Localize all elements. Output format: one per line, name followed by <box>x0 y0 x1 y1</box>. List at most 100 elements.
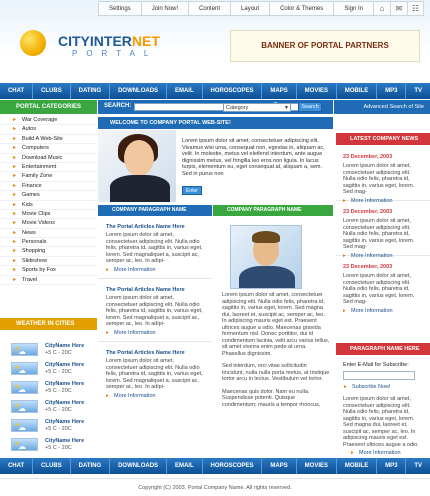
article-title[interactable]: The Portal Articles Name Here <box>106 350 204 356</box>
nav-downloads[interactable]: DOWNLOADS <box>110 83 168 99</box>
logo[interactable]: CITYINTERNET <box>58 33 160 49</box>
news-body: Lorem ipsum dolor sit amet, consectetuer… <box>343 273 415 305</box>
category-item[interactable]: Games <box>0 191 97 201</box>
logo-subtitle: PORTAL <box>72 49 158 58</box>
news-date: 23 December, 2003 <box>343 209 393 215</box>
weather-item[interactable]: ☀ ☁ CityName Here +5 C - 20C <box>0 340 97 359</box>
topbar-layout-link[interactable]: Layout <box>230 1 270 16</box>
more-information-link[interactable]: More Information <box>343 308 424 314</box>
nav-email[interactable]: EMAIL <box>167 458 203 474</box>
nav-movies[interactable]: MOVIES <box>297 83 337 99</box>
nav-chat[interactable]: CHAT <box>0 458 34 474</box>
nav-clubs[interactable]: CLUBS <box>33 458 71 474</box>
category-item[interactable]: Autos <box>0 125 97 135</box>
article-item: The Portal Articles Name Here Lorem ipsu… <box>98 279 212 342</box>
subscribe-button[interactable]: Subscribe Now! <box>344 384 430 390</box>
category-item[interactable]: Kids <box>0 201 97 210</box>
news-date: 23 December, 2003 <box>343 264 393 270</box>
nav-clubs[interactable]: CLUBS <box>33 83 71 99</box>
man-photo <box>230 225 302 289</box>
topbar-join-link[interactable]: Join Now! <box>140 1 189 16</box>
category-item[interactable]: Finance <box>0 182 97 192</box>
topbar-color-themes-link[interactable]: Color & Themes <box>269 1 334 16</box>
category-item[interactable]: Slideshow <box>0 257 97 267</box>
sitemap-icon[interactable]: ☷ <box>407 1 424 16</box>
more-information-link[interactable]: More Information <box>343 253 424 259</box>
category-item[interactable]: War Coverage <box>0 116 97 126</box>
search-button[interactable]: Search <box>298 102 322 112</box>
category-item[interactable]: Entertainment <box>0 163 97 173</box>
weather-cloud-icon: ☀ ☁ <box>11 438 38 451</box>
weather-item[interactable]: ☀ ☁ CityName Here +5 C - 20C <box>0 435 97 454</box>
more-information-link[interactable]: More Information <box>351 450 430 456</box>
top-bar: Settings Join Now! Content Layout Color … <box>98 1 424 16</box>
nav-mp3[interactable]: MP3 <box>377 83 407 99</box>
nav-tv[interactable]: TV <box>406 83 430 99</box>
category-item[interactable]: Computers <box>0 144 97 154</box>
more-information-link[interactable]: More Information <box>106 330 204 336</box>
enter-button[interactable]: Enter <box>182 186 202 195</box>
category-item[interactable]: Family Zone <box>0 172 97 182</box>
nav-maps[interactable]: MAPS <box>262 458 297 474</box>
weather-item[interactable]: ☀ ☁ CityName Here +5 C - 20C <box>0 397 97 416</box>
advanced-search-link[interactable]: Advanced Search of Site <box>334 100 430 114</box>
category-item[interactable]: Personals <box>0 238 97 248</box>
category-item[interactable]: Movie Videos <box>0 219 97 229</box>
home-icon[interactable]: ⌂ <box>373 1 390 16</box>
more-information-link[interactable]: More Information <box>106 267 204 273</box>
more-information-link[interactable]: More Information <box>106 393 204 399</box>
nav-movies[interactable]: MOVIES <box>297 458 337 474</box>
nav-maps[interactable]: MAPS <box>262 83 297 99</box>
category-item[interactable]: Travel <box>0 276 97 285</box>
category-item[interactable]: Movie Clips <box>0 210 97 220</box>
article-title[interactable]: The Portal Articles Name Here <box>106 224 204 230</box>
nav-downloads[interactable]: DOWNLOADS <box>110 458 168 474</box>
category-item[interactable]: News <box>0 229 97 239</box>
company-paragraph-left: COMPANY PARAGRAPH NAME The Portal Articl… <box>98 205 212 405</box>
nav-mp3[interactable]: MP3 <box>377 458 407 474</box>
nav-dating[interactable]: DATING <box>71 83 111 99</box>
news-body: Lorem ipsum dolor sit amet, consectetuer… <box>343 218 415 250</box>
welcome-heading: WELCOME TO COMPANY PORTAL WEB-SITE! <box>98 117 333 129</box>
nav-horoscopes[interactable]: HOROSCOPES <box>203 83 263 99</box>
mail-icon[interactable]: ✉ <box>390 1 407 16</box>
article-body: Lorem ipsum dolor sit amet, consectetuer… <box>106 232 203 264</box>
nav-chat[interactable]: CHAT <box>0 83 34 99</box>
category-item[interactable]: Build A Web-Site <box>0 135 97 145</box>
nav-mobile[interactable]: MOBILE <box>337 458 378 474</box>
topbar-settings-link[interactable]: Settings <box>98 1 141 16</box>
category-select[interactable]: Category ▼ <box>223 103 291 112</box>
category-item[interactable]: Shopping <box>0 247 97 257</box>
weather-cloud-icon: ☀ ☁ <box>11 400 38 413</box>
email-field[interactable] <box>343 371 415 380</box>
weather-list: ☀ ☁ CityName Here +5 C - 20C ☀ ☁ CityName Her… <box>0 340 97 454</box>
category-item[interactable]: Download Music <box>0 154 97 163</box>
search-label: SEARCH: <box>104 103 132 109</box>
article-item: The Portal Articles Name Here Lorem ipsu… <box>98 216 212 279</box>
bottom-nav: CHAT CLUBS DATING DOWNLOADS EMAIL HOROSC… <box>0 458 430 474</box>
paragraph-text: Lorem ipsum dolor sit amet, consectetuer… <box>343 396 419 448</box>
footer-copyright: Copyright (C) 2003. Portal Company Name.… <box>0 478 430 496</box>
weather-item[interactable]: ☀ ☁ CityName Here +5 C - 20C <box>0 416 97 435</box>
category-item[interactable]: Sports by Fox <box>0 266 97 276</box>
nav-email[interactable]: EMAIL <box>167 83 203 99</box>
nav-horoscopes[interactable]: HOROSCOPES <box>203 458 263 474</box>
latest-news-heading: LATEST COMPANY NEWS <box>336 133 430 145</box>
nav-dating[interactable]: DATING <box>71 458 111 474</box>
article-title[interactable]: The Portal Articles Name Here <box>106 287 204 293</box>
main-nav: CHAT CLUBS DATING DOWNLOADS EMAIL HOROSC… <box>0 83 430 99</box>
weather-item[interactable]: ☀ ☁ CityName Here +5 C - 20C <box>0 378 97 397</box>
more-information-link[interactable]: More Information <box>343 198 424 204</box>
weather-cloud-icon: ☀ ☁ <box>11 419 38 432</box>
topbar-sign-in-link[interactable]: Sign In <box>333 1 373 16</box>
news-date: 23 December, 2003 <box>343 154 393 160</box>
weather-item[interactable]: ☀ ☁ CityName Here +5 C - 20C <box>0 359 97 378</box>
nav-mobile[interactable]: MOBILE <box>337 83 378 99</box>
partner-banner[interactable]: BANNER OF PORTAL PARTNERS <box>230 30 420 62</box>
news-item: 23 December, 2003 Lorem ipsum dolor sit … <box>336 256 430 314</box>
company-paragraph-heading: COMPANY PARAGRAPH NAME <box>98 205 212 216</box>
subscribe-label: Enter E-Mail for Subscribe: <box>343 362 409 368</box>
topbar-content-link[interactable]: Content <box>188 1 231 16</box>
news-item: 23 December, 2003 Lorem ipsum dolor sit … <box>336 146 430 204</box>
nav-tv[interactable]: TV <box>406 458 430 474</box>
